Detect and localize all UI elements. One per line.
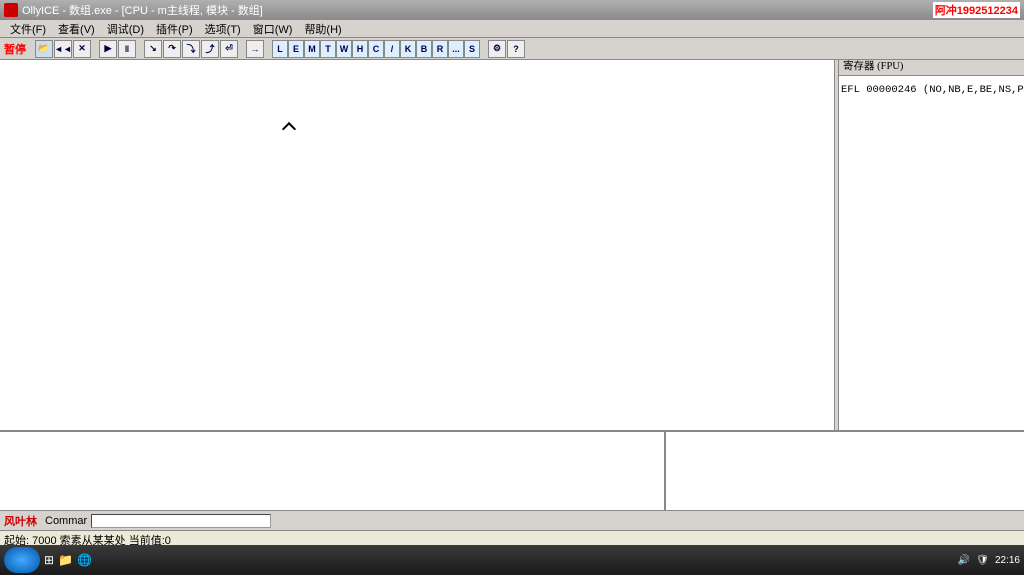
menu-help[interactable]: 帮助(H): [298, 21, 347, 37]
explorer-icon[interactable]: 📁: [58, 553, 73, 567]
menu-windows[interactable]: 窗口(W): [247, 21, 299, 37]
tb-pause-icon[interactable]: ‖: [118, 40, 136, 58]
tb-stepover-icon[interactable]: ↷: [163, 40, 181, 58]
watermark: 阿冲1992512234: [933, 2, 1020, 18]
tb-letter-M[interactable]: M: [304, 40, 320, 58]
quick-launch-icon[interactable]: ⊞: [44, 553, 54, 567]
tb-stepinto-icon[interactable]: ↘: [144, 40, 162, 58]
tb-letter-L[interactable]: L: [272, 40, 288, 58]
cpu-disassembly-pane[interactable]: [0, 60, 835, 430]
tray-icon[interactable]: 🔊: [958, 555, 970, 566]
menu-view[interactable]: 查看(V): [52, 21, 101, 37]
tb-letter-R[interactable]: R: [432, 40, 448, 58]
tb-letter-C[interactable]: C: [368, 40, 384, 58]
tb-letter-E[interactable]: E: [288, 40, 304, 58]
tb-letter-S[interactable]: S: [464, 40, 480, 58]
start-button[interactable]: [4, 547, 40, 573]
browser-icon[interactable]: 🌐: [77, 553, 92, 567]
tb-letter-/[interactable]: /: [384, 40, 400, 58]
tb-traceover-icon[interactable]: ⤴: [201, 40, 219, 58]
tb-traceinto-icon[interactable]: ⤵: [182, 40, 200, 58]
tb-goto-icon[interactable]: →: [246, 40, 264, 58]
toolbar: 暂停 📂 ◄◄ ✕ ▶ ‖ ↘ ↷ ⤵ ⤴ ⏎ → LEMTWHC/KBR...…: [0, 38, 1024, 60]
tb-close-icon[interactable]: ✕: [73, 40, 91, 58]
tb-restart-icon[interactable]: ◄◄: [54, 40, 72, 58]
tb-letter-K[interactable]: K: [400, 40, 416, 58]
menu-file[interactable]: 文件(F): [4, 21, 52, 37]
menu-options[interactable]: 选项(T): [199, 21, 247, 37]
tb-settings-icon[interactable]: ⚙: [488, 40, 506, 58]
tb-open-icon[interactable]: 📂: [35, 40, 53, 58]
menubar: 文件(F) 查看(V) 调试(D) 插件(P) 选项(T) 窗口(W) 帮助(H…: [0, 20, 1024, 38]
titlebar: OllyICE - 数组.exe - [CPU - m主线程, 模块 - 数组]…: [0, 0, 1024, 20]
tb-letter-T[interactable]: T: [320, 40, 336, 58]
tb-letter-B[interactable]: B: [416, 40, 432, 58]
registers-header: 寄存器 (FPU): [839, 60, 1024, 76]
menu-plugins[interactable]: 插件(P): [150, 21, 199, 37]
command-input[interactable]: [91, 514, 271, 528]
stack-pane[interactable]: [664, 432, 1024, 510]
window-title: OllyICE - 数组.exe - [CPU - m主线程, 模块 - 数组]: [22, 2, 933, 18]
registers-pane[interactable]: 寄存器 (FPU) EFL 00000246 (NO,NB,E,BE,NS,PE: [838, 60, 1024, 430]
efl-line: EFL 00000246 (NO,NB,E,BE,NS,PE: [839, 84, 1024, 97]
system-tray[interactable]: 🔊 🛡 22:16: [958, 555, 1020, 566]
taskbar: ⊞ 📁 🌐 🔊 🛡 22:16: [0, 545, 1024, 575]
command-bar: 风叶林 Commar: [0, 510, 1024, 530]
tb-tillret-icon[interactable]: ⏎: [220, 40, 238, 58]
clock[interactable]: 22:16: [995, 555, 1020, 566]
tb-help-icon[interactable]: ?: [507, 40, 525, 58]
tray-icon[interactable]: 🛡: [976, 555, 989, 566]
tb-run-icon[interactable]: ▶: [99, 40, 117, 58]
menu-debug[interactable]: 调试(D): [101, 21, 150, 37]
tb-letter-H[interactable]: H: [352, 40, 368, 58]
mouse-cursor-icon: [281, 122, 293, 138]
logo-text: 风叶林: [4, 513, 37, 529]
app-icon: [4, 3, 18, 17]
cmd-label: Commar: [45, 515, 87, 527]
tb-letter-...[interactable]: ...: [448, 40, 464, 58]
tb-letter-W[interactable]: W: [336, 40, 352, 58]
dump-pane[interactable]: [0, 432, 664, 510]
status-paused: 暂停: [4, 41, 26, 57]
